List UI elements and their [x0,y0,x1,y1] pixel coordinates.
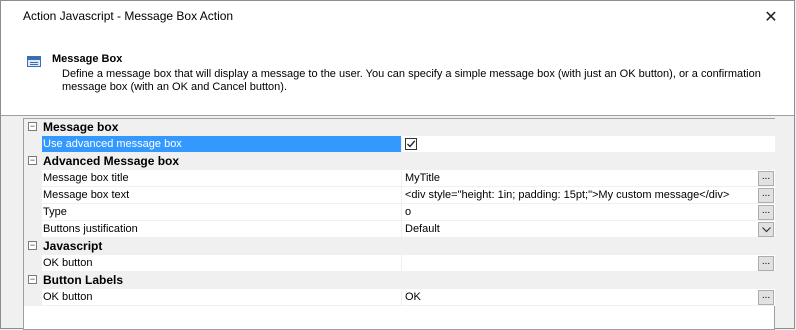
category-row[interactable]: − Button Labels [24,272,775,289]
window-title: Action Javascript - Message Box Action [23,9,234,23]
property-name[interactable]: Message box text [42,187,402,204]
title-bar: Action Javascript - Message Box Action ✕ [1,1,794,32]
row-gutter [24,221,42,238]
row-gutter [24,187,42,204]
property-value[interactable]: <div style="height: 1in; padding: 15pt;"… [402,187,775,204]
collapse-toggle-icon[interactable]: − [28,122,37,131]
category-row[interactable]: − Advanced Message box [24,153,775,170]
dropdown-button[interactable] [758,222,774,237]
property-name[interactable]: Buttons justification [42,221,402,238]
ellipsis-button[interactable]: ... [758,188,774,203]
property-value-text: <div style="height: 1in; padding: 15pt;"… [405,189,730,201]
property-value[interactable]: MyTitle [402,170,775,187]
category-row[interactable]: − Javascript [24,238,775,255]
use-advanced-checkbox[interactable] [405,138,417,150]
property-row[interactable]: Message box text <div style="height: 1in;… [24,187,775,204]
property-value[interactable]: OK [402,289,775,306]
category-row[interactable]: − Message box [24,119,775,136]
property-name[interactable]: Type [42,204,402,221]
row-gutter [24,255,42,272]
property-row[interactable]: OK button OK... [24,289,775,306]
property-row[interactable]: Buttons justification Default [24,221,775,238]
header-title: Message Box [52,53,123,65]
dialog-window: Action Javascript - Message Box Action ✕… [0,0,795,330]
row-gutter [24,170,42,187]
message-box-icon [27,56,41,67]
property-value[interactable]: Default [402,221,775,238]
property-value[interactable]: o [402,204,775,221]
category-label: Message box [43,120,119,134]
property-grid: − Message box Use advanced message box − Adv… [23,118,775,330]
ellipsis-button[interactable]: ... [758,171,774,186]
collapse-toggle-icon[interactable]: − [28,241,37,250]
category-label: Javascript [43,239,103,253]
row-gutter [24,136,42,153]
property-value-text: OK [405,291,421,303]
ellipsis-button[interactable]: ... [758,205,774,220]
ellipsis-button[interactable]: ... [758,290,774,305]
property-row[interactable]: Type o... [24,204,775,221]
property-value[interactable] [402,255,775,272]
row-gutter [24,289,42,306]
property-row[interactable]: Use advanced message box [24,136,775,153]
property-row[interactable]: OK button... [24,255,775,272]
category-label: Advanced Message box [43,154,180,168]
row-gutter [24,204,42,221]
property-name[interactable]: OK button [42,289,402,306]
property-name[interactable]: OK button [42,255,402,272]
property-name[interactable]: Use advanced message box [42,136,402,153]
collapse-toggle-icon[interactable]: − [28,275,37,284]
chevron-down-icon [762,227,771,233]
collapse-toggle-icon[interactable]: − [28,156,37,165]
close-icon: ✕ [764,8,778,26]
close-button[interactable]: ✕ [748,1,794,32]
property-value-text: Default [405,223,440,235]
property-value-text: o [405,206,412,218]
category-label: Button Labels [43,273,123,287]
property-row[interactable]: Message box title MyTitle... [24,170,775,187]
property-value-text: MyTitle [405,172,441,184]
property-name[interactable]: Message box title [42,170,402,187]
property-value[interactable] [402,136,775,153]
header-description: Define a message box that will display a… [62,68,761,93]
checkmark-icon [407,140,416,148]
ellipsis-button[interactable]: ... [758,256,774,271]
